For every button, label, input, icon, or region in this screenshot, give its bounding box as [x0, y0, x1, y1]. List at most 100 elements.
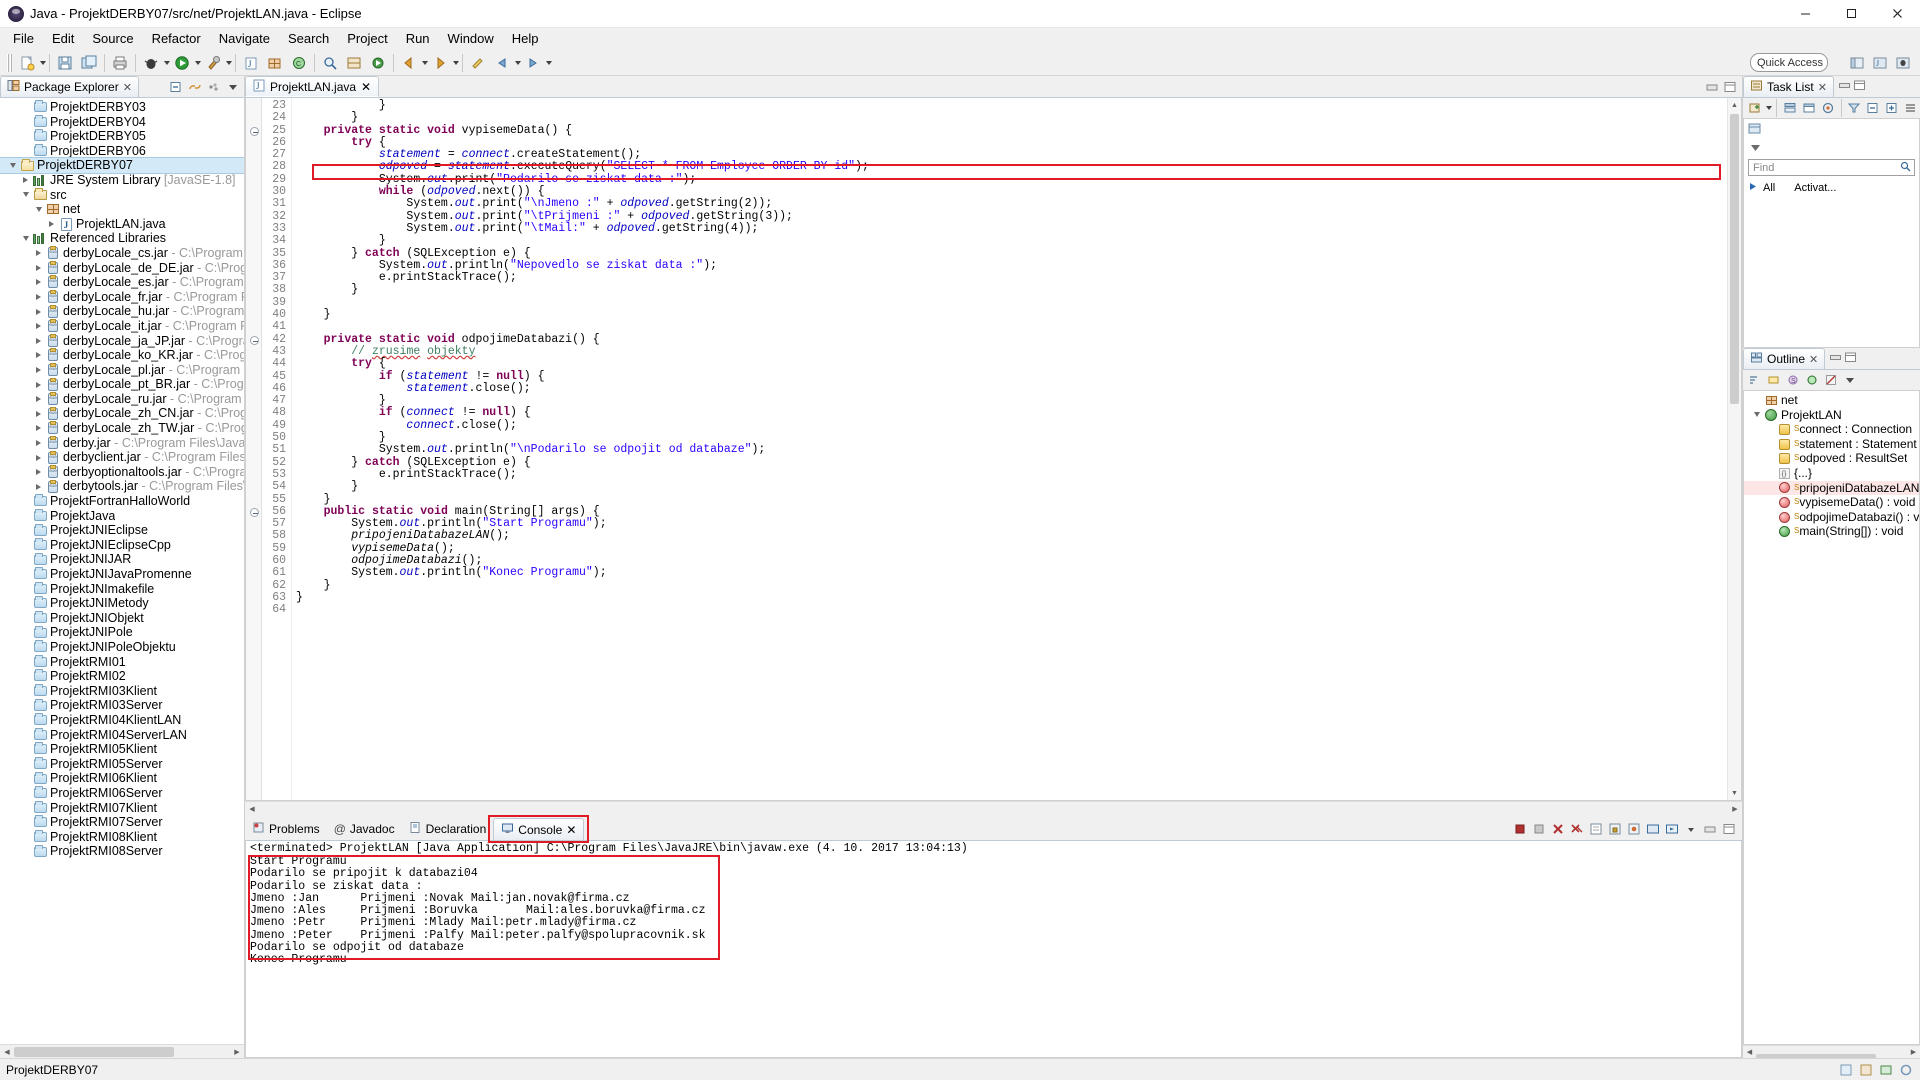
categorize-icon[interactable] — [1781, 99, 1799, 117]
forward-dropdown-icon[interactable] — [453, 61, 459, 65]
code-line[interactable]: System.out.println("\nPodarilo se odpoji… — [292, 444, 1727, 456]
remove-launch-icon[interactable] — [1549, 821, 1566, 838]
code-line[interactable]: statement.close(); — [292, 383, 1727, 395]
tree-item[interactable]: ProjektDERBY03 — [0, 100, 244, 115]
tree-item[interactable]: ProjektFortranHalloWorld — [0, 494, 244, 509]
tree-item[interactable]: derbyLocale_zh_CN.jar - C:\Program — [0, 406, 244, 421]
code-line[interactable]: vypisemeData(); — [292, 543, 1727, 555]
outline-item[interactable]: net — [1744, 393, 1919, 408]
expand-all-icon[interactable] — [1883, 99, 1901, 117]
code-line[interactable]: } — [292, 580, 1727, 592]
code-line[interactable]: private static void vypisemeData() { — [292, 125, 1727, 137]
toolbar-grip[interactable] — [7, 54, 12, 72]
code-line[interactable]: System.out.print("\nJmeno :" + odpoved.g… — [292, 198, 1727, 210]
open-console-icon[interactable] — [1663, 821, 1680, 838]
new-package-icon[interactable] — [264, 52, 286, 74]
save-all-icon[interactable] — [78, 52, 100, 74]
outline-item[interactable]: ProjektLAN — [1744, 408, 1919, 423]
link-with-editor-icon[interactable] — [186, 78, 204, 96]
hide-nonpublic-icon[interactable] — [1803, 371, 1821, 389]
tree-item[interactable]: ProjektJava — [0, 509, 244, 524]
code-line[interactable]: e.printStackTrace(); — [292, 272, 1727, 284]
new-wizard-dropdown-icon[interactable] — [40, 61, 46, 65]
tree-twisty-icon[interactable] — [32, 265, 45, 271]
minimize-console-icon[interactable] — [1701, 821, 1718, 838]
search-icon[interactable] — [1900, 161, 1911, 175]
run-dropdown-icon[interactable] — [195, 61, 201, 65]
tree-item[interactable]: ProjektJNIPole — [0, 625, 244, 640]
tree-twisty-icon[interactable] — [32, 469, 45, 475]
maximize-editor-icon[interactable] — [1724, 81, 1736, 93]
tree-twisty-icon[interactable] — [6, 163, 19, 168]
close-icon[interactable]: ✕ — [123, 81, 132, 94]
code-line[interactable]: System.out.println("Konec Programu"); — [292, 567, 1727, 579]
scroll-left-icon[interactable]: ◀ — [0, 1045, 14, 1059]
minimize-editor-icon[interactable] — [1706, 81, 1718, 93]
code-editor[interactable]: 2324252627282930313233343536373839404142… — [245, 98, 1742, 801]
menu-project[interactable]: Project — [338, 28, 396, 50]
scroll-right-icon[interactable]: ▶ — [230, 1045, 244, 1059]
tab-outline[interactable]: Outline ✕ — [1743, 348, 1825, 369]
console-dropdown-icon[interactable] — [1682, 821, 1699, 838]
tab-problems[interactable]: Problems — [245, 818, 327, 840]
clear-console-icon[interactable] — [1587, 821, 1604, 838]
outline-item[interactable]: Sconnect : Connection — [1744, 422, 1919, 437]
tree-twisty-icon[interactable] — [32, 250, 45, 256]
tree-item[interactable]: derbyLocale_fr.jar - C:\Program Files\ — [0, 290, 244, 305]
new-class-icon[interactable]: C — [288, 52, 310, 74]
outline-item[interactable]: Sodpoved : ResultSet — [1744, 451, 1919, 466]
new-task-icon[interactable] — [1746, 99, 1764, 117]
tree-item[interactable]: ProjektRMI06Klient — [0, 771, 244, 786]
tree-item[interactable]: ProjektRMI02 — [0, 669, 244, 684]
tree-item[interactable]: derbyLocale_de_DE.jar - C:\Program — [0, 261, 244, 276]
scroll-lock-icon[interactable] — [1606, 821, 1623, 838]
menu-source[interactable]: Source — [83, 28, 142, 50]
outline-hscrollbar[interactable]: ◀ ▶ — [1743, 1045, 1920, 1058]
forward-icon[interactable] — [429, 52, 451, 74]
menu-file[interactable]: File — [4, 28, 43, 50]
tab-projektlan-java[interactable]: J ProjektLAN.java ✕ — [245, 76, 379, 97]
code-line[interactable] — [292, 297, 1727, 309]
scroll-left-icon[interactable]: ◀ — [245, 802, 259, 816]
tree-item[interactable]: ProjektRMI05Klient — [0, 742, 244, 757]
remove-all-launches-icon[interactable] — [1568, 821, 1585, 838]
code-line[interactable]: e.printStackTrace(); — [292, 469, 1727, 481]
quick-access-input[interactable]: Quick Access — [1750, 53, 1828, 72]
code-line[interactable]: } — [292, 235, 1727, 247]
new-java-project-icon[interactable]: J — [240, 52, 262, 74]
tree-item[interactable]: derbyLocale_pt_BR.jar - C:\Program F — [0, 377, 244, 392]
view-menu-chevron-down-icon[interactable] — [224, 78, 242, 96]
maximize-task-list-icon[interactable] — [1854, 79, 1865, 94]
previous-edit-dropdown-icon[interactable] — [515, 61, 521, 65]
schedule-icon[interactable] — [1800, 99, 1818, 117]
tree-item[interactable]: ProjektRMI06Server — [0, 786, 244, 801]
tree-twisty-icon[interactable] — [32, 425, 45, 431]
tree-item[interactable]: derbyLocale_cs.jar - C:\Program Files — [0, 246, 244, 261]
terminate-all-icon[interactable] — [1511, 821, 1528, 838]
hide-fields-icon[interactable] — [1765, 371, 1783, 389]
vscroll-thumb[interactable] — [1730, 114, 1739, 404]
minimize-button[interactable] — [1782, 0, 1828, 28]
editor-hscrollbar[interactable]: ◀ ▶ — [245, 801, 1742, 815]
tree-twisty-icon[interactable] — [32, 411, 45, 417]
perspective-java-icon[interactable]: J — [1869, 52, 1891, 74]
code-line[interactable] — [292, 321, 1727, 333]
open-task-icon[interactable] — [343, 52, 365, 74]
tree-twisty-icon[interactable] — [32, 323, 45, 329]
tree-item[interactable]: ProjektRMI07Server — [0, 815, 244, 830]
tree-item[interactable]: derbyLocale_ja_JP.jar - C:\Program Fi — [0, 334, 244, 349]
tree-item[interactable]: derbyLocale_es.jar - C:\Program Files — [0, 275, 244, 290]
task-list-expand-row[interactable] — [1744, 139, 1919, 156]
tree-twisty-icon[interactable] — [45, 221, 58, 227]
tree-item[interactable]: derbyclient.jar - C:\Program Files\Java — [0, 450, 244, 465]
code-line[interactable]: } — [292, 309, 1727, 321]
menu-search[interactable]: Search — [279, 28, 338, 50]
close-icon[interactable]: ✕ — [361, 80, 371, 94]
tree-twisty-icon[interactable] — [32, 309, 45, 315]
hide-static-icon[interactable]: S — [1784, 371, 1802, 389]
tree-item[interactable]: net — [0, 202, 244, 217]
outline-item[interactable]: SvypisemeData() : void — [1744, 495, 1919, 510]
outline-item[interactable]: SodpojimeDatabazi() : voi — [1744, 510, 1919, 525]
editor-code-content[interactable]: } } private static void vypisemeData() {… — [292, 98, 1727, 800]
code-line[interactable]: } — [292, 112, 1727, 124]
